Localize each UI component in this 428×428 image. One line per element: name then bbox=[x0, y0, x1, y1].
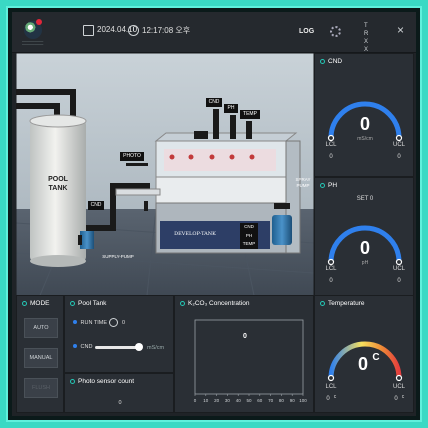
develop-tank-label: DEVELOP-TANK bbox=[174, 231, 216, 237]
cnd-unit: mS/cm bbox=[147, 345, 165, 351]
pool-tank-panel: Pool Tank RUN TIME 0 CND mS/cm bbox=[64, 295, 174, 373]
ph-ucl-label: UCL bbox=[392, 266, 405, 272]
chart-plot-area bbox=[194, 319, 304, 395]
tank-ph-tag: PH bbox=[245, 232, 253, 238]
x-tick-label: 30 bbox=[225, 398, 231, 403]
x-tick-label: 50 bbox=[246, 398, 252, 403]
run-time-radio[interactable] bbox=[73, 320, 77, 324]
trx-status: T R X X bbox=[364, 23, 375, 53]
temperature-lcl-label: LCL bbox=[325, 384, 337, 390]
x-tick-label: 20 bbox=[214, 398, 220, 403]
manual-mode-button[interactable]: MANUAL bbox=[24, 348, 58, 368]
temperature-unit: C bbox=[372, 352, 380, 363]
k2co3-value: 0 bbox=[243, 333, 247, 340]
photo-sensor-count: 0 bbox=[118, 400, 122, 406]
x-tick-label: 0 bbox=[194, 398, 197, 403]
process-scene: POOL TANK SUPPLY-PUMP CND PHOTO CND PH T… bbox=[16, 53, 314, 305]
x-tick-label: 90 bbox=[290, 398, 296, 403]
cnd-lcl-value: 0 bbox=[329, 154, 333, 160]
cnd-ucl-value: 0 bbox=[397, 154, 401, 160]
ph-unit: pH bbox=[361, 260, 369, 266]
cnd-ucl-label: UCL bbox=[392, 142, 405, 148]
x-tick-label: 10 bbox=[203, 398, 209, 403]
ph-top-tag: PH bbox=[224, 104, 238, 113]
top-bar: ────────── ────────── 2024.04.10 12:17:08… bbox=[12, 12, 416, 53]
mode-title-text: MODE bbox=[30, 300, 50, 307]
mode-title: MODE bbox=[22, 300, 50, 307]
temperature-gauge-panel: Temperature 0 C LCL UCL 0 c 0 c bbox=[314, 295, 414, 413]
x-tick-label: 40 bbox=[236, 398, 242, 403]
spray-pump-label: SPRAY PUMP bbox=[295, 177, 311, 188]
temp-top-tag: TEMP bbox=[240, 110, 260, 119]
photo-sensor-tag: PHOTO bbox=[120, 152, 144, 161]
cnd-slider-handle[interactable] bbox=[135, 343, 143, 351]
photo-sensor-title-text: Photo sensor count bbox=[78, 378, 135, 385]
clock-icon bbox=[128, 25, 139, 36]
x-tick-label: 80 bbox=[279, 398, 285, 403]
company-logo: ────────── ────────── bbox=[22, 19, 66, 46]
x-tick-label: 70 bbox=[268, 398, 274, 403]
cnd-row: CND bbox=[73, 344, 92, 350]
tank-cnd-tag: CND bbox=[244, 224, 254, 229]
x-tick-label: 60 bbox=[257, 398, 263, 403]
temperature-lcl-unit: c bbox=[333, 394, 337, 400]
cnd-sensor-tag: CND bbox=[88, 201, 104, 210]
mode-panel: MODE AUTO MANUAL FLUSH bbox=[16, 295, 64, 413]
run-time-value: 0 bbox=[122, 320, 126, 326]
temperature-ucl-label: UCL bbox=[392, 384, 405, 390]
status-dot-icon bbox=[22, 300, 27, 306]
cnd-lcl-label: LCL bbox=[325, 142, 337, 148]
clock-icon bbox=[109, 318, 118, 327]
cnd-unit: mS/cm bbox=[357, 136, 373, 142]
ph-lcl-value: 0 bbox=[329, 278, 333, 284]
cnd-label: CND bbox=[80, 344, 93, 350]
log-button[interactable]: LOG bbox=[299, 28, 314, 35]
ph-ucl-value: 0 bbox=[397, 278, 401, 284]
x-tick-label: 100 bbox=[299, 398, 307, 403]
app-window: ────────── ────────── 2024.04.10 12:17:08… bbox=[12, 12, 416, 416]
cnd-top-tag: CND bbox=[206, 98, 222, 107]
develop-tank-sensor-tags: CND PH TEMP bbox=[240, 223, 258, 249]
time-display: 12:17:08 오후 bbox=[142, 26, 191, 35]
status-dot-icon bbox=[70, 300, 75, 306]
status-dot-icon bbox=[70, 378, 75, 384]
cnd-gauge-panel: CND 0 mS/cm LCL UCL 0 0 bbox=[314, 53, 414, 177]
close-icon[interactable]: × bbox=[397, 23, 404, 37]
pool-tank-title-text: Pool Tank bbox=[78, 300, 107, 307]
flush-mode-button[interactable]: FLUSH bbox=[24, 378, 58, 398]
run-time-label: RUN TIME bbox=[80, 320, 108, 326]
supply-pump-label: SUPPLY-PUMP bbox=[102, 254, 134, 259]
ph-gauge-panel: PH SET 0 0 pH LCL UCL 0 0 bbox=[314, 177, 414, 299]
ph-value: 0 bbox=[359, 238, 370, 258]
photo-sensor-panel: Photo sensor count 0 bbox=[64, 373, 174, 413]
gear-icon[interactable] bbox=[330, 26, 341, 37]
temperature-ucl-unit: c bbox=[401, 394, 405, 400]
cnd-value: 0 bbox=[359, 114, 370, 134]
auto-mode-button[interactable]: AUTO bbox=[24, 318, 58, 338]
run-time-row: RUN TIME bbox=[73, 320, 107, 326]
pool-tank-title: Pool Tank bbox=[70, 300, 106, 307]
photo-sensor-title: Photo sensor count bbox=[70, 378, 134, 385]
cnd-slider[interactable] bbox=[95, 346, 139, 349]
pool-tank-label: POOL TANK bbox=[48, 176, 68, 192]
ph-lcl-label: LCL bbox=[325, 266, 337, 272]
cnd-radio[interactable] bbox=[73, 344, 77, 348]
k2co3-chart-panel: K₂CO₃ Concentration 0 10 20 30 40 50 60 70 80 90 1… bbox=[174, 295, 314, 413]
k2co3-chart: 0 10 20 30 40 50 60 70 80 90 100 bbox=[194, 319, 307, 403]
calendar-icon bbox=[83, 25, 94, 36]
tank-temp-tag: TEMP bbox=[242, 241, 256, 246]
